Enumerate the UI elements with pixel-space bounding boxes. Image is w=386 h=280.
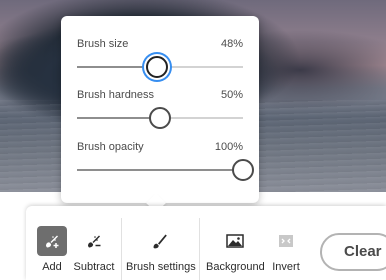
brush-opacity-label: Brush opacity xyxy=(77,141,144,153)
brush-hardness-thumb[interactable] xyxy=(149,107,171,129)
add-tool-icon-wrap xyxy=(37,226,67,256)
subtract-tool-button[interactable]: Subtract xyxy=(70,206,118,280)
brush-hardness-label: Brush hardness xyxy=(77,89,155,101)
brush-opacity-track[interactable] xyxy=(77,169,243,171)
brush-opacity-thumb[interactable] xyxy=(232,159,254,181)
background-button[interactable]: Background xyxy=(206,206,265,280)
selection-toolbar: Add Subtract Brush settings Background I… xyxy=(26,206,386,280)
brush-settings-icon-wrap xyxy=(145,226,175,256)
clear-button[interactable]: Clear xyxy=(320,233,386,271)
invert-icon xyxy=(279,235,293,247)
brush-size-value: 48% xyxy=(220,38,243,50)
brush-hardness-slider-row: Brush hardness 50% xyxy=(77,89,243,129)
background-icon-wrap xyxy=(220,226,250,256)
image-icon xyxy=(226,234,244,248)
brush-hardness-value: 50% xyxy=(220,89,243,101)
brush-opacity-track-fill xyxy=(77,169,243,171)
subtract-tool-label: Subtract xyxy=(73,261,115,273)
brush-add-icon xyxy=(46,235,59,248)
subtract-tool-icon-wrap xyxy=(79,226,109,256)
brush-size-thumb[interactable] xyxy=(145,56,168,78)
brush-icon xyxy=(153,234,167,249)
brush-settings-popover: Brush size 48% Brush hardness 50% Brush … xyxy=(61,16,259,203)
brush-size-label: Brush size xyxy=(77,38,129,50)
brush-size-slider-row: Brush size 48% xyxy=(77,38,243,78)
add-tool-button[interactable]: Add xyxy=(28,206,76,280)
background-label: Background xyxy=(206,261,265,273)
brush-opacity-slider-row: Brush opacity 100% xyxy=(77,141,254,181)
brush-subtract-icon xyxy=(88,235,101,248)
invert-button[interactable]: Invert xyxy=(266,206,306,280)
add-tool-label: Add xyxy=(42,261,62,273)
brush-settings-button[interactable]: Brush settings xyxy=(126,206,196,280)
brush-hardness-track-fill xyxy=(77,117,160,119)
invert-icon-wrap xyxy=(271,226,301,256)
toolbar-separator xyxy=(121,218,122,280)
brush-size-track-fill xyxy=(77,66,157,68)
brush-settings-label: Brush settings xyxy=(126,261,196,273)
invert-label: Invert xyxy=(272,261,300,273)
toolbar-separator xyxy=(199,218,200,280)
brush-opacity-value: 100% xyxy=(214,141,243,153)
